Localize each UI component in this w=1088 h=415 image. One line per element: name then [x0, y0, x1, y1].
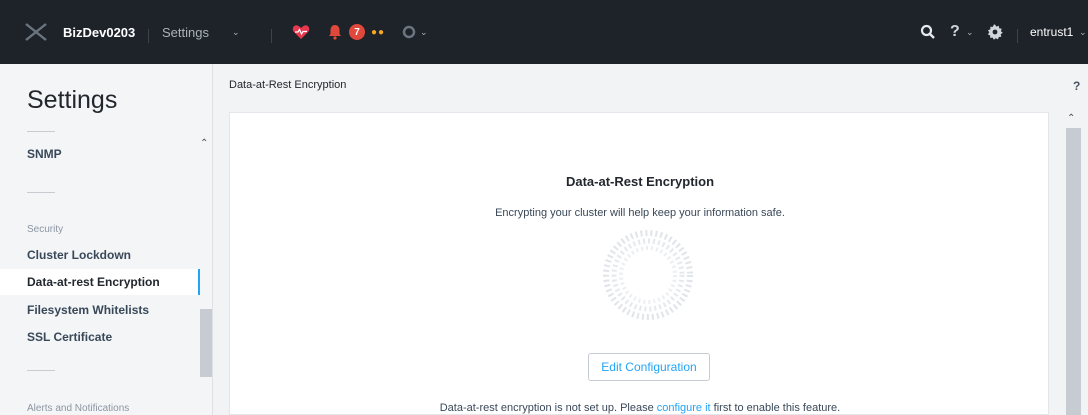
heart-health-icon[interactable]	[292, 0, 310, 64]
scroll-up-icon[interactable]: ⌃	[200, 138, 208, 149]
sidebar-item-ssl-certificate[interactable]: SSL Certificate	[27, 330, 112, 344]
divider	[148, 29, 149, 43]
gear-icon[interactable]	[987, 0, 1003, 64]
search-icon[interactable]	[920, 0, 936, 64]
divider	[1017, 29, 1018, 43]
scroll-up-icon[interactable]: ⌃	[1067, 113, 1075, 124]
circle-status-icon[interactable]	[402, 0, 416, 64]
sidebar-item-filesystem-whitelists[interactable]: Filesystem Whitelists	[27, 303, 149, 317]
page-name[interactable]: Settings	[162, 0, 209, 64]
divider	[27, 370, 55, 371]
chevron-down-icon[interactable]: ⌄	[966, 0, 974, 64]
chevron-down-icon[interactable]: ⌄	[420, 0, 428, 64]
x-logo-icon[interactable]	[24, 0, 50, 64]
card-description: Encrypting your cluster will help keep y…	[495, 207, 785, 219]
help-icon[interactable]: ?	[1073, 79, 1080, 93]
sidebar-scrollbar[interactable]	[200, 309, 212, 377]
sidebar-section-alerts: Alerts and Notifications	[27, 403, 130, 414]
divider	[27, 131, 55, 132]
settings-sidebar: Settings SNMP ⌃ Security Cluster Lockdow…	[0, 64, 213, 415]
status-text-suffix: first to enable this feature.	[710, 402, 841, 414]
configure-link[interactable]: configure it	[657, 402, 711, 414]
card-title: Data-at-Rest Encryption	[565, 174, 715, 189]
page-title: Data-at-Rest Encryption	[229, 79, 347, 91]
encryption-card: Data-at-Rest Encryption Encrypting your …	[229, 112, 1049, 415]
bell-alert-icon[interactable]	[328, 0, 342, 64]
alert-count-badge[interactable]: 7	[349, 0, 365, 64]
help-icon[interactable]: ?	[950, 0, 960, 64]
chevron-down-icon[interactable]: ⌄	[1079, 0, 1087, 64]
divider	[271, 29, 272, 43]
binary-ring-icon	[603, 230, 693, 320]
top-navigation-bar: BizDev0203 Settings ⌄ 7 ●● ⌄ ? ⌄ entrust…	[0, 0, 1088, 64]
setup-status-message: Data-at-rest encryption is not set up. P…	[230, 402, 1050, 414]
alert-count: 7	[349, 24, 365, 40]
divider	[27, 192, 55, 193]
dots-icon[interactable]: ●●	[371, 0, 385, 64]
sidebar-title: Settings	[27, 86, 118, 114]
sidebar-item-cluster-lockdown[interactable]: Cluster Lockdown	[27, 248, 131, 262]
sidebar-item-snmp[interactable]: SNMP	[27, 147, 62, 161]
status-text-prefix: Data-at-rest encryption is not set up. P…	[439, 402, 657, 414]
chevron-down-icon[interactable]: ⌄	[232, 0, 240, 64]
sidebar-section-security: Security	[27, 224, 64, 235]
edit-configuration-button[interactable]: Edit Configuration	[588, 353, 710, 381]
sidebar-item-data-at-rest-encryption[interactable]: Data-at-rest Encryption	[27, 275, 160, 289]
main-scrollbar[interactable]	[1066, 128, 1081, 415]
cluster-name[interactable]: BizDev0203	[63, 0, 135, 64]
user-menu[interactable]: entrust1	[1030, 0, 1073, 64]
